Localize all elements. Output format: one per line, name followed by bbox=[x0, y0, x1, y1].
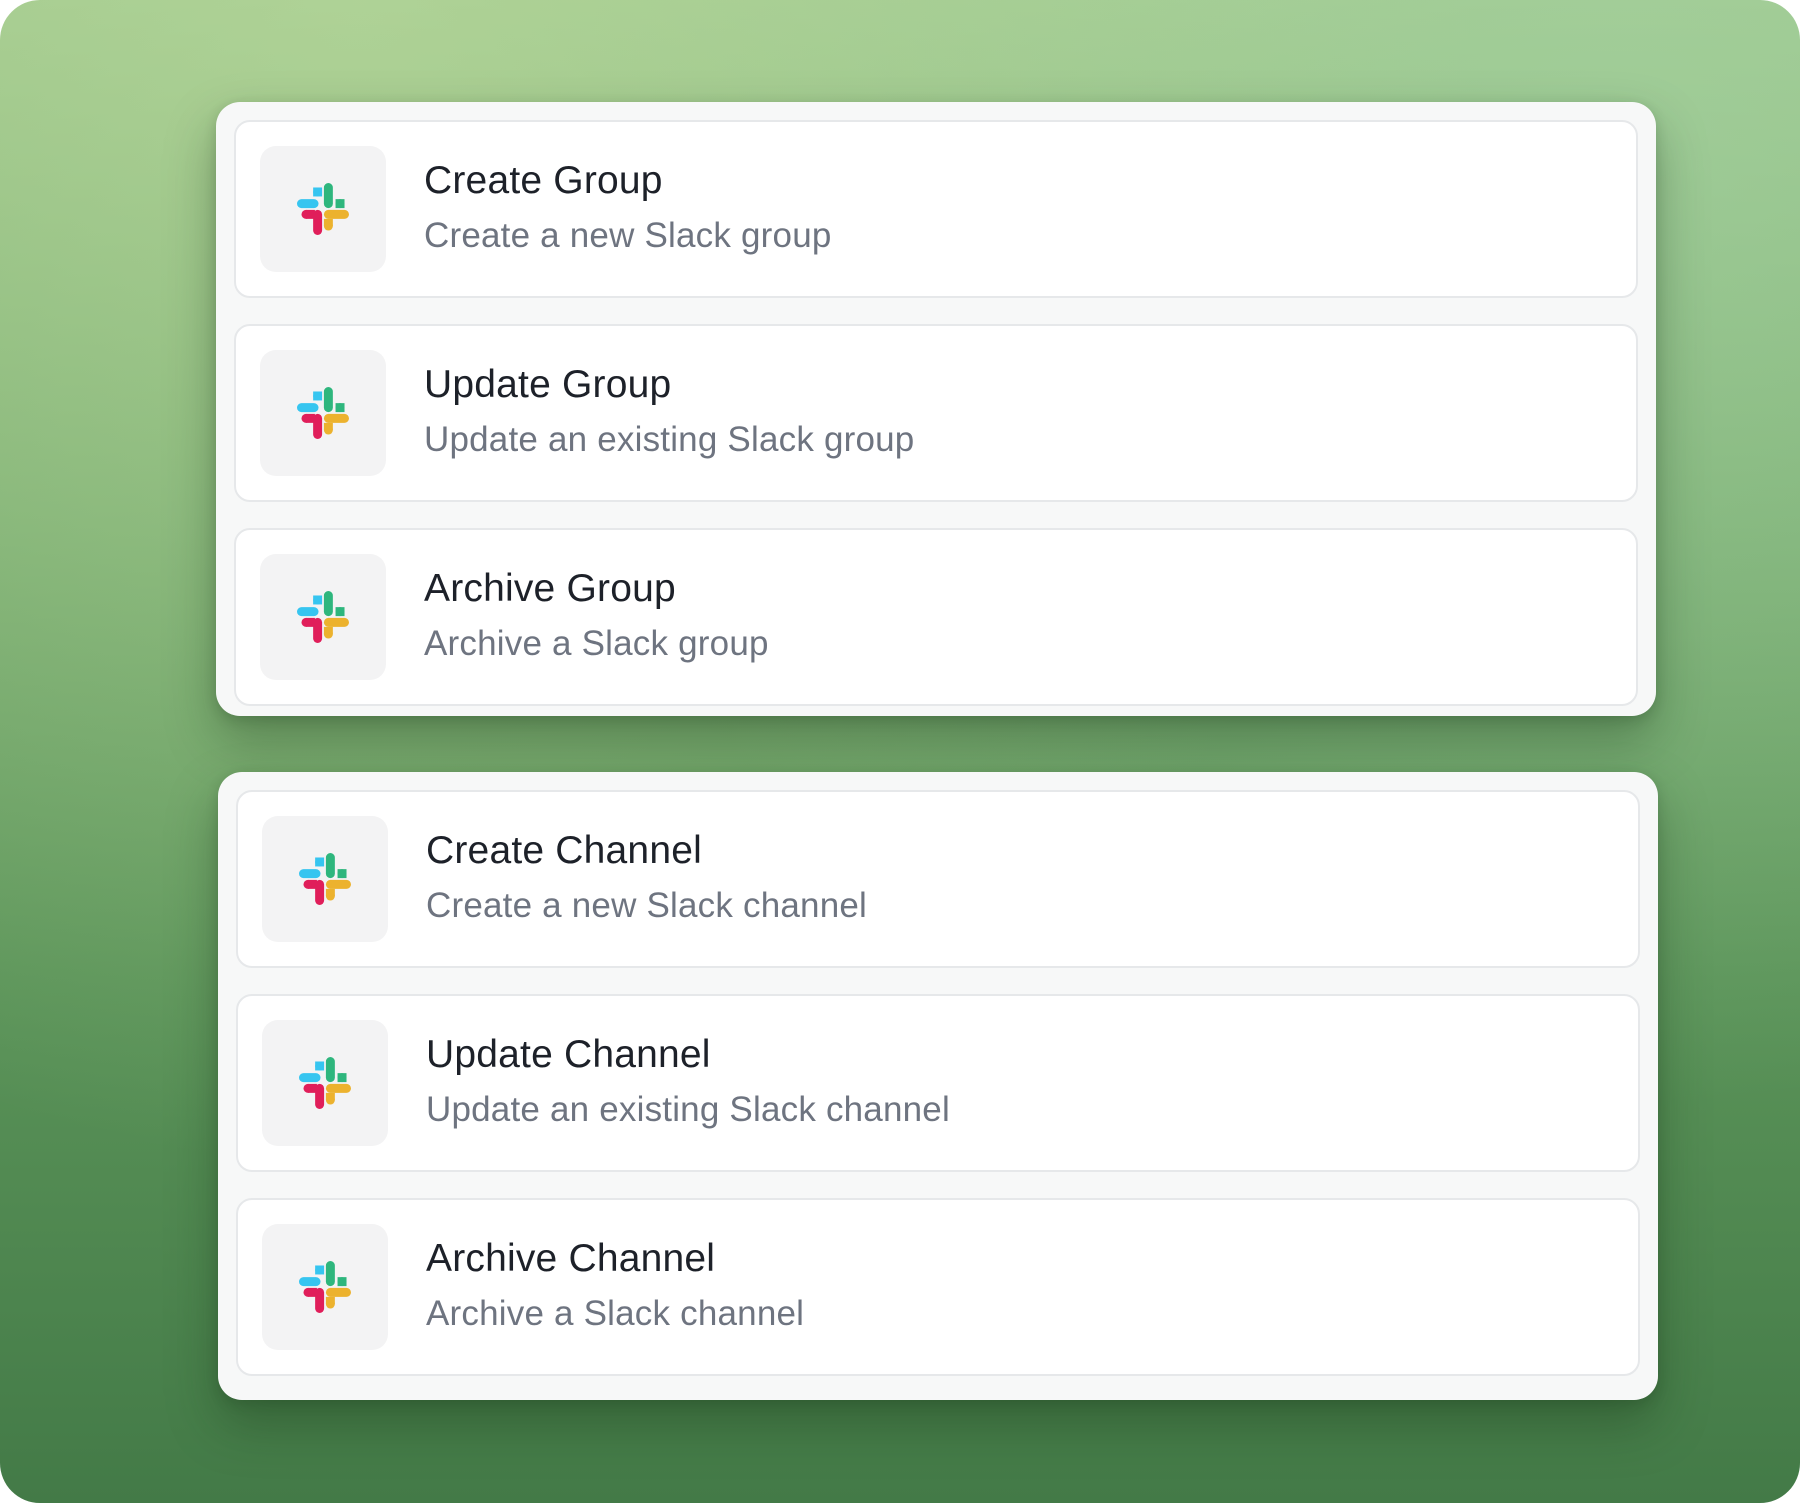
slack-icon bbox=[260, 350, 386, 476]
action-update-channel[interactable]: Update Channel Update an existing Slack … bbox=[236, 994, 1640, 1172]
action-text: Update Group Update an existing Slack gr… bbox=[424, 361, 914, 465]
action-title: Create Channel bbox=[426, 829, 702, 872]
action-description: Archive a Slack group bbox=[424, 624, 769, 663]
slack-icon bbox=[262, 1224, 388, 1350]
action-title: Archive Channel bbox=[426, 1237, 716, 1280]
slack-icon bbox=[260, 146, 386, 272]
action-create-group[interactable]: Create Group Create a new Slack group bbox=[234, 120, 1638, 298]
action-update-group[interactable]: Update Group Update an existing Slack gr… bbox=[234, 324, 1638, 502]
group-actions-panel: Create Group Create a new Slack group Up… bbox=[216, 102, 1656, 716]
slack-icon bbox=[262, 1020, 388, 1146]
action-text: Create Channel Create a new Slack channe… bbox=[426, 827, 867, 931]
channel-actions-panel: Create Channel Create a new Slack channe… bbox=[218, 772, 1658, 1400]
slack-icon bbox=[260, 554, 386, 680]
background-canvas: Create Group Create a new Slack group Up… bbox=[0, 0, 1800, 1503]
slack-icon bbox=[262, 816, 388, 942]
action-create-channel[interactable]: Create Channel Create a new Slack channe… bbox=[236, 790, 1640, 968]
action-description: Create a new Slack group bbox=[424, 216, 832, 255]
action-archive-channel[interactable]: Archive Channel Archive a Slack channel bbox=[236, 1198, 1640, 1376]
action-text: Create Group Create a new Slack group bbox=[424, 157, 832, 261]
action-text: Archive Channel Archive a Slack channel bbox=[426, 1235, 804, 1339]
action-description: Update an existing Slack channel bbox=[426, 1090, 950, 1129]
action-title: Update Group bbox=[424, 363, 672, 406]
action-text: Archive Group Archive a Slack group bbox=[424, 565, 769, 669]
action-text: Update Channel Update an existing Slack … bbox=[426, 1031, 950, 1135]
action-description: Create a new Slack channel bbox=[426, 886, 868, 925]
action-description: Update an existing Slack group bbox=[424, 420, 915, 459]
action-title: Update Channel bbox=[426, 1033, 711, 1076]
action-archive-group[interactable]: Archive Group Archive a Slack group bbox=[234, 528, 1638, 706]
action-description: Archive a Slack channel bbox=[426, 1294, 805, 1333]
action-title: Archive Group bbox=[424, 567, 676, 610]
action-title: Create Group bbox=[424, 159, 663, 202]
